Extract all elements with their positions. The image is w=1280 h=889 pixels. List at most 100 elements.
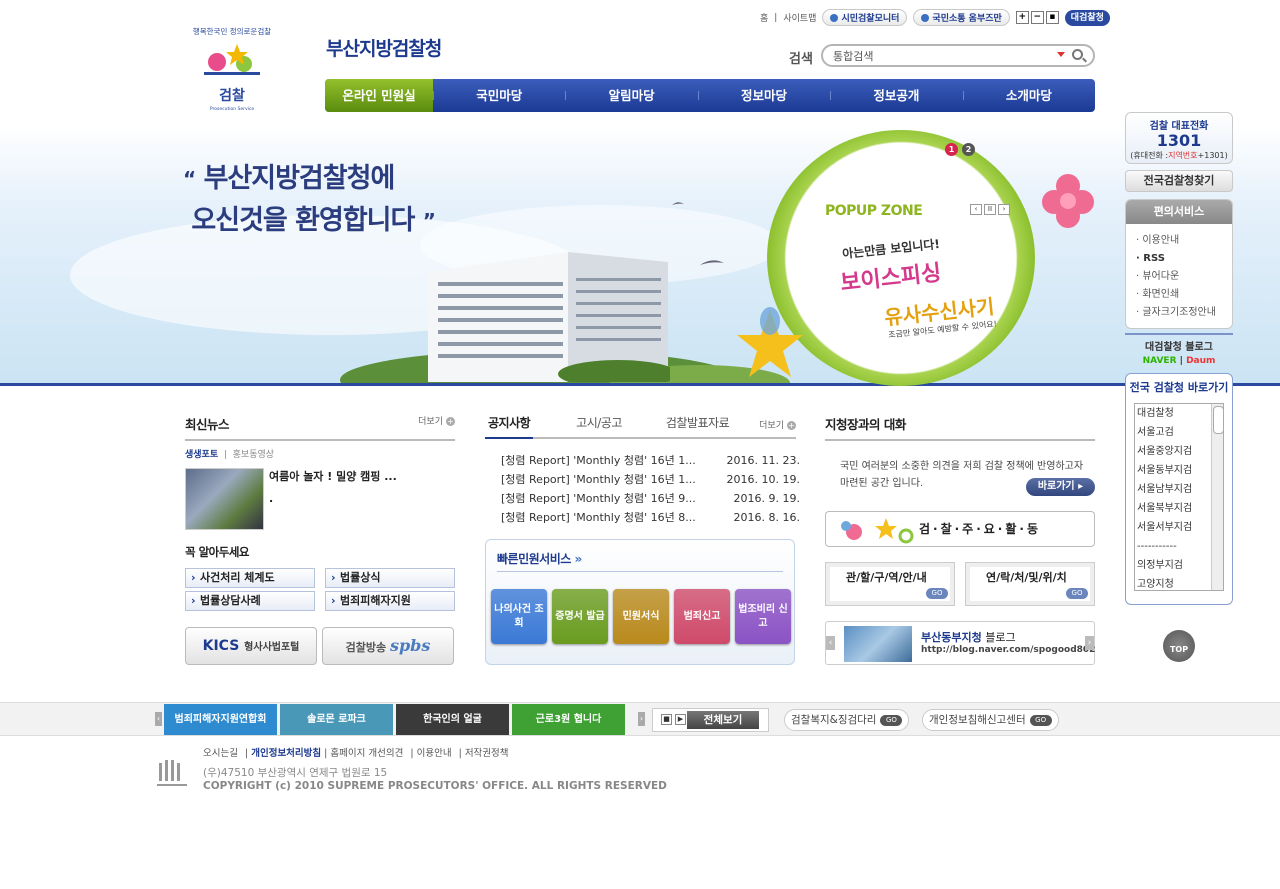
welfare-button[interactable]: 검찰복지&징검다리 GO: [784, 709, 910, 731]
convenience-print[interactable]: · 화면인쇄: [1136, 286, 1222, 304]
monitor-button[interactable]: 시민검찰모니터: [822, 9, 908, 26]
notice-item-title[interactable]: [청렴 Report] 'Monthly 청렴' 16년 9...: [501, 489, 696, 508]
office-list[interactable]: 대검찰청 서울고검 서울중앙지검 서울동부지검 서울남부지검 서울북부지검 서울…: [1134, 403, 1224, 591]
dropdown-arrow-icon[interactable]: [1057, 52, 1065, 57]
office-item[interactable]: 서울북부지검: [1135, 499, 1223, 518]
zoom-in-button[interactable]: +: [1015, 11, 1029, 24]
civil-forms-button[interactable]: 민원서식: [613, 589, 669, 644]
banner-korean-face[interactable]: 한국인의 얼굴: [396, 704, 509, 735]
tab-notice[interactable]: 공지사항: [485, 414, 534, 439]
crime-report-button[interactable]: 범죄신고: [674, 589, 730, 644]
welcome-line-1: “ 부산지방검찰청에: [183, 158, 435, 200]
play-icon[interactable]: ▶: [675, 714, 686, 725]
notice-item[interactable]: [청렴 Report] 'Monthly 청렴' 16년 8... 2016. 8…: [501, 508, 800, 527]
notice-item-title[interactable]: [청렴 Report] 'Monthly 청렴' 16년 8...: [501, 508, 696, 527]
popup-dot-2[interactable]: 2: [962, 143, 975, 156]
search-input[interactable]: [833, 48, 1053, 64]
contact-box[interactable]: 연/락/처/및/위/치 GO: [965, 562, 1095, 606]
popup-prev-button[interactable]: ‹: [970, 204, 982, 215]
popup-pause-button[interactable]: II: [984, 204, 996, 215]
convenience-guide[interactable]: · 이용안내: [1136, 232, 1222, 250]
top-button[interactable]: TOP: [1163, 630, 1195, 662]
site-name[interactable]: 부산지방검찰청: [326, 34, 442, 61]
chevron-left-icon[interactable]: ‹: [826, 636, 835, 650]
office-item[interactable]: 서울남부지검: [1135, 480, 1223, 499]
nav-notice[interactable]: 알림마당: [565, 79, 697, 112]
nav-about[interactable]: 소개마당: [962, 79, 1095, 112]
nav-citizen[interactable]: 국민마당: [433, 79, 565, 112]
contact-go-button[interactable]: GO: [1066, 588, 1088, 599]
zoom-out-button[interactable]: −: [1030, 11, 1044, 24]
jurisdiction-go-button[interactable]: GO: [926, 588, 948, 599]
dialogue-go-button[interactable]: 바로가기 ▸: [1026, 478, 1095, 496]
ombudsman-button[interactable]: 국민소통 옴부즈만: [913, 9, 1010, 26]
office-list-scrollbar[interactable]: [1211, 404, 1223, 590]
logo[interactable]: 행복한국민 정의로운검찰 검찰 Prosecution Service: [182, 20, 282, 115]
tab-video[interactable]: 홍보동영상: [233, 450, 274, 460]
footer-link-directions[interactable]: 오시는길: [203, 748, 238, 759]
home-link[interactable]: 홈: [760, 11, 768, 24]
office-item[interactable]: 서울중앙지검: [1135, 442, 1223, 461]
tab-announcement[interactable]: 고시/공고: [573, 414, 625, 437]
footer-link-feedback[interactable]: 홈페이지 개선의견: [330, 748, 403, 759]
office-item[interactable]: 고양지청: [1135, 575, 1223, 590]
legal-knowledge-link[interactable]: 법률상식: [325, 568, 455, 588]
notice-item[interactable]: [청렴 Report] 'Monthly 청렴' 16년 1... 2016. 1…: [501, 451, 800, 470]
search-icon[interactable]: [1072, 49, 1083, 60]
stop-icon[interactable]: ■: [661, 714, 672, 725]
notice-item-title[interactable]: [청렴 Report] 'Monthly 청렴' 16년 1...: [501, 451, 696, 470]
branch-blog-banner[interactable]: ‹ 부산동부지청 블로그 http://blog.naver.com/spogo…: [825, 621, 1095, 665]
office-item[interactable]: 서울서부지검: [1135, 518, 1223, 537]
case-process-link[interactable]: 사건처리 체계도: [185, 568, 315, 588]
office-item[interactable]: 서울동부지검: [1135, 461, 1223, 480]
kics-portal-button[interactable]: KICS 형사사법포털: [185, 627, 317, 665]
convenience-font-size[interactable]: · 글자크기조정안내: [1136, 304, 1222, 322]
spbs-button[interactable]: 검찰방송 spbs: [322, 627, 454, 665]
nav-online-civil[interactable]: 온라인 민원실: [325, 79, 433, 112]
banner-victim-support[interactable]: 범죄피해자지원연합회: [164, 704, 277, 735]
news-more-button[interactable]: 더보기: [418, 414, 455, 433]
footer-link-guide[interactable]: 이용안내: [417, 748, 452, 759]
find-office-button[interactable]: 전국검찰청찾기: [1125, 170, 1233, 192]
office-item[interactable]: 대검찰청: [1135, 404, 1223, 423]
popup-next-button[interactable]: ›: [998, 204, 1010, 215]
chevron-right-icon[interactable]: ›: [1085, 636, 1094, 650]
nav-info[interactable]: 정보마당: [697, 79, 830, 112]
news-item[interactable]: 여름아 놀자 ! 밀양 캠핑 ... .: [185, 468, 455, 530]
sitemap-link[interactable]: 사이트맵: [783, 11, 816, 24]
office-item[interactable]: 의정부지검: [1135, 556, 1223, 575]
privacy-report-button[interactable]: 개인정보침해신고센터 GO: [922, 709, 1059, 731]
nav-disclosure[interactable]: 정보공개: [830, 79, 962, 112]
view-all-button[interactable]: 전체보기: [687, 711, 759, 729]
naver-blog-link[interactable]: NAVER: [1143, 356, 1177, 366]
corruption-report-button[interactable]: 법조비리 신고: [735, 589, 791, 644]
notice-item-title[interactable]: [청렴 Report] 'Monthly 청렴' 16년 1...: [501, 470, 696, 489]
popup-banner[interactable]: 아는만큼 보입니다! 보이스피싱 유사수신사기 조금만 알아도 예방할 수 있어…: [822, 228, 1022, 353]
notice-more-button[interactable]: 더보기: [759, 418, 796, 431]
strip-prev-icon[interactable]: ‹: [155, 712, 162, 726]
jurisdiction-box[interactable]: 관/할/구/역/안/내 GO: [825, 562, 955, 606]
notice-item[interactable]: [청렴 Report] 'Monthly 청렴' 16년 9... 2016. 9…: [501, 489, 800, 508]
supreme-office-button[interactable]: 대검찰청: [1064, 9, 1110, 26]
zoom-reset-button[interactable]: ▪: [1045, 11, 1059, 24]
tab-photo[interactable]: 생생포토: [185, 450, 218, 460]
footer-link-copyright[interactable]: 저작권정책: [465, 748, 509, 759]
notice-item[interactable]: [청렴 Report] 'Monthly 청렴' 16년 1... 2016. 1…: [501, 470, 800, 489]
news-item-title[interactable]: 여름아 놀자 ! 밀양 캠핑 ...: [269, 468, 397, 484]
banner-law-park[interactable]: 솔로몬 로파크: [280, 704, 393, 735]
convenience-viewer[interactable]: · 뷰어다운: [1136, 268, 1222, 286]
tab-press-release[interactable]: 검찰발표자료: [663, 414, 732, 437]
popup-dot-1[interactable]: 1: [945, 143, 958, 156]
my-case-button[interactable]: 나의사건 조회: [491, 589, 547, 644]
news-thumbnail[interactable]: [185, 468, 264, 530]
daum-blog-link[interactable]: Daum: [1186, 356, 1215, 366]
banner-labor[interactable]: 근로3원 협니다: [512, 704, 625, 735]
victim-support-link[interactable]: 범죄피해자지원: [325, 591, 455, 611]
main-activity-button[interactable]: 검·찰·주·요·활·동: [825, 511, 1095, 547]
strip-next-icon[interactable]: ›: [638, 712, 645, 726]
convenience-rss[interactable]: · RSS: [1136, 250, 1222, 268]
office-item[interactable]: 서울고검: [1135, 423, 1223, 442]
certificate-button[interactable]: 증명서 발급: [552, 589, 608, 644]
footer-link-privacy[interactable]: 개인정보처리방침: [251, 748, 321, 759]
legal-consult-link[interactable]: 법률상담사례: [185, 591, 315, 611]
